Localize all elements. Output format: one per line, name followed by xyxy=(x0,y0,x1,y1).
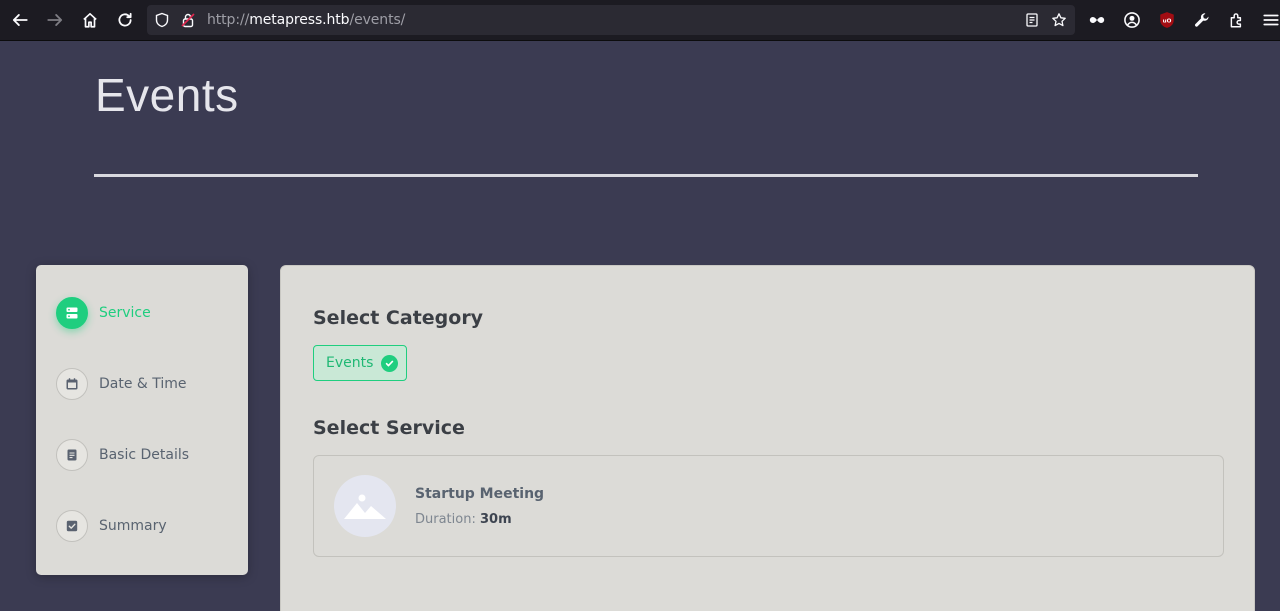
booking-steps-sidebar: Service Date & Time Basic Details Summar… xyxy=(36,265,248,575)
browser-toolbar: http://metapress.htb/events/ uO xyxy=(0,0,1280,41)
url-host: metapress.htb xyxy=(249,12,350,28)
reload-icon[interactable] xyxy=(113,8,137,32)
ublock-icon[interactable]: uO xyxy=(1155,8,1179,32)
select-service-heading: Select Service xyxy=(313,417,465,439)
step-label: Basic Details xyxy=(99,447,190,463)
step-service[interactable]: Service xyxy=(56,297,151,329)
forward-arrow-icon[interactable] xyxy=(43,8,67,32)
wrench-icon[interactable] xyxy=(1190,8,1214,32)
service-name: Startup Meeting xyxy=(415,486,545,502)
url-text[interactable]: http://metapress.htb/events/ xyxy=(207,12,405,28)
svg-text:uO: uO xyxy=(1163,18,1172,24)
check-square-icon xyxy=(56,510,88,542)
shield-icon[interactable] xyxy=(154,12,170,28)
account-icon[interactable] xyxy=(1120,8,1144,32)
calendar-icon xyxy=(56,368,88,400)
duration-label: Duration: xyxy=(415,512,476,527)
step-date-time[interactable]: Date & Time xyxy=(56,368,187,400)
step-basic-details[interactable]: Basic Details xyxy=(56,439,189,471)
back-arrow-icon[interactable] xyxy=(8,8,32,32)
page-title: Events xyxy=(95,69,239,121)
reader-mode-icon[interactable] xyxy=(1024,12,1040,28)
check-circle-icon xyxy=(381,354,399,372)
step-label: Service xyxy=(99,305,151,321)
image-placeholder-icon xyxy=(334,475,396,537)
document-icon xyxy=(56,439,88,471)
service-item-startup-meeting[interactable]: Startup Meeting Duration: 30m xyxy=(313,455,1224,557)
booking-main-card: Select Category Events Select Service St… xyxy=(280,265,1255,611)
server-icon xyxy=(56,297,88,329)
select-category-heading: Select Category xyxy=(313,307,484,329)
url-path: /events/ xyxy=(349,12,406,28)
url-bar[interactable]: http://metapress.htb/events/ xyxy=(147,5,1075,35)
service-duration: Duration: 30m xyxy=(415,512,512,527)
extensions-icon[interactable] xyxy=(1225,8,1249,32)
step-label: Summary xyxy=(99,518,167,534)
step-summary[interactable]: Summary xyxy=(56,510,167,542)
bookmark-star-icon[interactable] xyxy=(1051,12,1067,28)
category-chip-label: Events xyxy=(326,355,374,371)
step-label: Date & Time xyxy=(99,376,187,392)
duration-value: 30m xyxy=(479,512,512,527)
title-divider xyxy=(94,174,1198,177)
insecure-lock-icon[interactable] xyxy=(180,12,196,28)
category-chip-events[interactable]: Events xyxy=(313,345,407,381)
url-scheme: http:// xyxy=(207,12,250,28)
infinity-icon[interactable] xyxy=(1085,8,1109,32)
home-icon[interactable] xyxy=(78,8,102,32)
menu-icon[interactable] xyxy=(1259,8,1280,32)
